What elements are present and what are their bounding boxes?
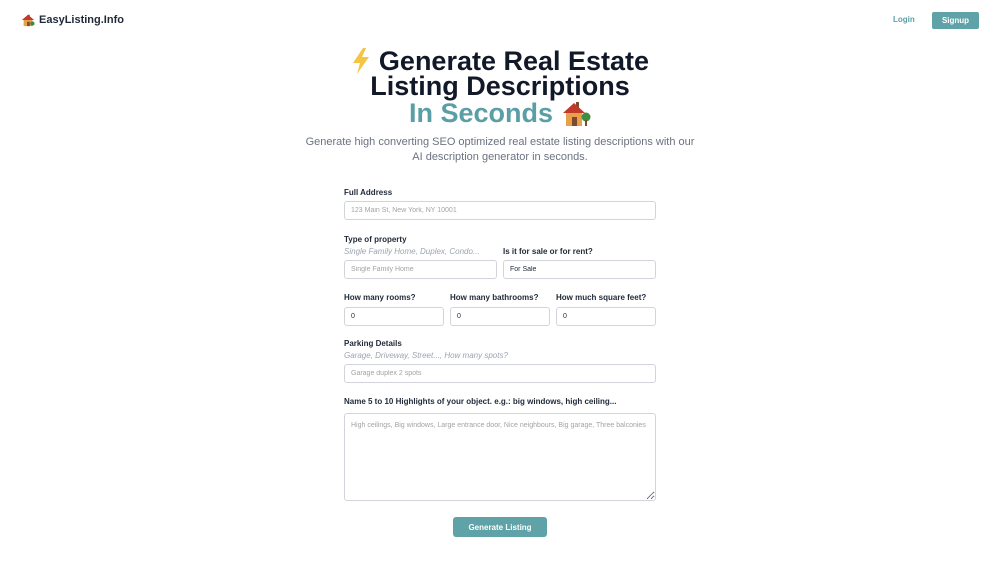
hero-title-line2: Listing Descriptions bbox=[370, 71, 630, 101]
hero-line-3: In Seconds bbox=[0, 99, 1000, 127]
parking-group: Parking Details Garage, Driveway, Street… bbox=[344, 339, 656, 383]
highlights-group: Name 5 to 10 Highlights of your object. … bbox=[344, 397, 656, 506]
sqft-input[interactable] bbox=[556, 307, 656, 326]
rooms-input[interactable] bbox=[344, 307, 444, 326]
brand-logo[interactable]: EasyListing.Info bbox=[21, 13, 124, 27]
top-navbar: EasyListing.Info Login Signup bbox=[0, 0, 1000, 42]
sale-rent-input[interactable] bbox=[503, 260, 656, 279]
sale-rent-label: Is it for sale or for rent? bbox=[503, 247, 593, 256]
bathrooms-group: How many bathrooms? bbox=[450, 293, 550, 326]
lightning-bolt-icon bbox=[352, 48, 369, 74]
bathrooms-label: How many bathrooms? bbox=[450, 293, 539, 302]
hero-subtitle: Generate high converting SEO optimized r… bbox=[305, 136, 695, 163]
sqft-group: How much square feet? bbox=[556, 293, 656, 326]
highlights-label: Name 5 to 10 Highlights of your object. … bbox=[344, 397, 617, 406]
property-type-group: Type of property Single Family Home, Dup… bbox=[344, 235, 497, 279]
property-type-input[interactable] bbox=[344, 260, 497, 279]
parking-hint: Garage, Driveway, Street..., How many sp… bbox=[344, 351, 508, 360]
address-group: Full Address bbox=[344, 188, 656, 220]
property-type-label: Type of property bbox=[344, 235, 407, 244]
hero-title-line3: In Seconds bbox=[408, 97, 554, 128]
hero-heading: Generate Real Estate Listing Description… bbox=[0, 45, 1000, 127]
sale-rent-group: Is it for sale or for rent? bbox=[503, 247, 656, 279]
address-label: Full Address bbox=[344, 188, 393, 197]
bathrooms-input[interactable] bbox=[450, 307, 550, 326]
login-link[interactable]: Login bbox=[893, 15, 915, 24]
highlights-textarea[interactable] bbox=[344, 413, 656, 501]
parking-label: Parking Details bbox=[344, 339, 402, 348]
brand-name: EasyListing.Info bbox=[39, 14, 124, 26]
generate-listing-button[interactable]: Generate Listing bbox=[453, 517, 547, 537]
rooms-label: How many rooms? bbox=[344, 293, 416, 302]
house-with-tree-icon bbox=[563, 102, 591, 126]
property-type-hint: Single Family Home, Duplex, Condo... bbox=[344, 247, 480, 256]
house-icon bbox=[21, 14, 35, 27]
parking-input[interactable] bbox=[344, 364, 656, 383]
hero-line-2: Listing Descriptions bbox=[0, 71, 1000, 101]
address-input[interactable] bbox=[344, 201, 656, 220]
sqft-label: How much square feet? bbox=[556, 293, 647, 302]
rooms-group: How many rooms? bbox=[344, 293, 444, 326]
hero-title-line1: Generate Real Estate bbox=[378, 45, 650, 76]
signup-button[interactable]: Signup bbox=[932, 12, 979, 29]
